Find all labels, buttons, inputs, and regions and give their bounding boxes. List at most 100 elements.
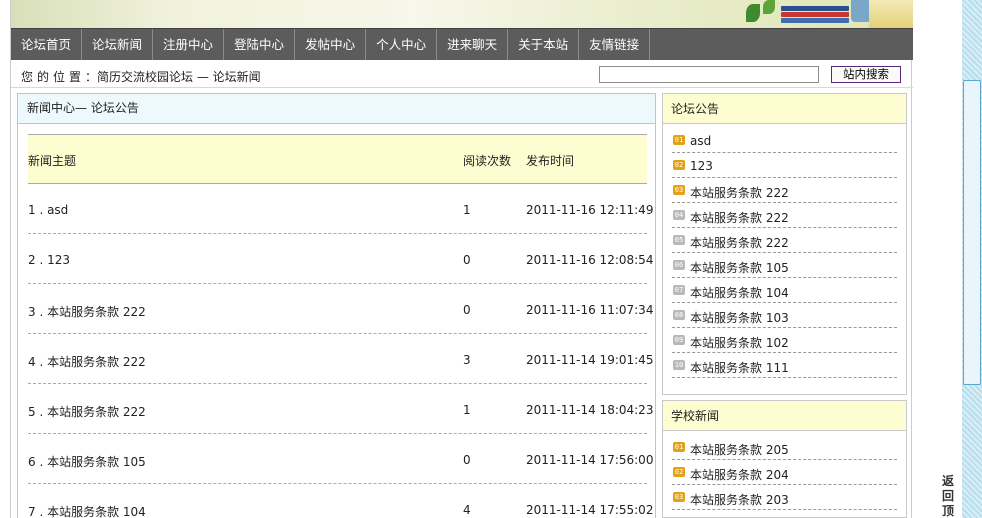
list-item-label[interactable]: 本站服务条款 111 [690,359,789,376]
read-count: 1 [463,203,471,217]
list-item[interactable]: 02 本站服务条款 204 [672,460,897,485]
sidebar-news-title: 学校新闻 [663,401,906,431]
news-panel: 新闻中心— 论坛公告 新闻主题 阅读次数 发布时间 1 . asd 1 2011… [17,93,656,518]
news-title-link[interactable]: 5 . 本站服务条款 222 [28,403,146,420]
list-item[interactable]: 01 本站服务条款 205 [672,435,897,460]
sidebar-news-panel: 学校新闻 01 本站服务条款 205 02 本站服务条款 204 03 本站服务条款… [662,400,907,518]
sidebar-notice-list: 01 asd 02 123 03 本站服务条款 222 04 本站服务条款 222 0… [663,124,906,378]
nav-item-about[interactable]: 关于本站 [508,29,580,60]
list-item-label[interactable]: 本站服务条款 203 [690,491,789,508]
back-to-top-button[interactable]: 返回顶 [940,474,956,518]
list-item-label[interactable]: 本站服务条款 104 [690,284,789,301]
news-title-link[interactable]: 6 . 本站服务条款 105 [28,453,146,470]
table-row: 1 . asd 1 2011-11-16 12:11:49 [28,184,653,234]
number-badge-icon: 01 [673,135,685,145]
table-row: 5 . 本站服务条款 222 1 2011-11-14 18:04:23 [28,384,653,434]
number-badge-icon: 01 [673,442,685,452]
nav-item-register[interactable]: 注册中心 [153,29,225,60]
books-decoration [781,6,849,26]
read-count: 1 [463,403,471,417]
list-item-label[interactable]: 本站服务条款 103 [690,309,789,326]
list-item[interactable]: 09 本站服务条款 102 [672,328,897,353]
sidebar-news-list: 01 本站服务条款 205 02 本站服务条款 204 03 本站服务条款 203 … [663,431,906,517]
scrollbar-thumb[interactable] [963,80,981,385]
column-header-title: 新闻主题 [28,154,77,168]
news-title-link[interactable]: 2 . 123 [28,253,70,267]
table-header: 新闻主题 阅读次数 发布时间 [28,134,647,184]
main-nav: 论坛首页 论坛新闻 注册中心 登陆中心 发帖中心 个人中心 进来聊天 关于本站 … [11,28,913,60]
list-item[interactable]: 05 本站服务条款 222 [672,228,897,253]
publish-date: 2011-11-16 12:11:49 [526,203,654,217]
list-item[interactable]: 03 本站服务条款 203 [672,485,897,510]
sidebar-notice-title: 论坛公告 [663,94,906,124]
list-item[interactable]: 04 本站服务条款 222 [672,203,897,228]
number-badge-icon: 08 [673,310,685,320]
list-item-label[interactable]: 本站服务条款 102 [690,334,789,351]
publish-date: 2011-11-16 12:08:54 [526,253,654,267]
list-item[interactable]: 08 本站服务条款 103 [672,303,897,328]
table-row: 2 . 123 0 2011-11-16 12:08:54 [28,234,653,284]
read-count: 3 [463,353,471,367]
read-count: 0 [463,303,471,317]
publish-date: 2011-11-16 11:07:34 [526,303,654,317]
number-badge-icon: 03 [673,185,685,195]
list-item[interactable]: 02 123 [672,153,897,178]
read-count: 0 [463,453,471,467]
number-badge-icon: 03 [673,492,685,502]
breadcrumb-path[interactable]: ：简历交流校园论坛 — 论坛新闻 [85,70,261,84]
header-banner [11,0,913,28]
news-title-link[interactable]: 1 . asd [28,203,68,217]
publish-date: 2011-11-14 17:56:00 [526,453,654,467]
nav-item-chat[interactable]: 进来聊天 [437,29,509,60]
news-title-link[interactable]: 4 . 本站服务条款 222 [28,353,146,370]
sidebar-notice-panel: 论坛公告 01 asd 02 123 03 本站服务条款 222 04 本站服务条款 … [662,93,907,395]
banner-figure [869,0,913,28]
table-row: 3 . 本站服务条款 222 0 2011-11-16 11:07:34 [28,284,653,334]
list-item-label[interactable]: 本站服务条款 105 [690,259,789,276]
scrollbar-track[interactable] [962,0,982,518]
search-button[interactable]: 站内搜索 [831,66,901,83]
publish-date: 2011-11-14 17:55:02 [526,503,654,517]
read-count: 0 [463,253,471,267]
news-title-link[interactable]: 7 . 本站服务条款 104 [28,503,146,518]
mug-decoration [851,0,871,22]
list-item[interactable]: 07 本站服务条款 104 [672,278,897,303]
list-item-label[interactable]: 本站服务条款 222 [690,234,789,251]
nav-item-post[interactable]: 发帖中心 [295,29,367,60]
number-badge-icon: 04 [673,210,685,220]
number-badge-icon: 02 [673,160,685,170]
search-input[interactable] [599,66,819,83]
list-item[interactable]: 04 [672,510,897,517]
breadcrumb-label: 您的位置 [21,70,86,84]
table-row: 7 . 本站服务条款 104 4 2011-11-14 17:55:02 [28,484,653,518]
publish-date: 2011-11-14 18:04:23 [526,403,654,417]
news-title-link[interactable]: 3 . 本站服务条款 222 [28,303,146,320]
list-item[interactable]: 03 本站服务条款 222 [672,178,897,203]
list-item-label[interactable]: 本站服务条款 204 [690,466,789,483]
list-item[interactable]: 10 本站服务条款 111 [672,353,897,378]
location-bar: 您的位置：简历交流校园论坛 — 论坛新闻 站内搜索 [11,62,913,88]
nav-item-login[interactable]: 登陆中心 [224,29,296,60]
list-item-label[interactable]: 本站服务条款 222 [690,209,789,226]
list-item[interactable]: 01 asd [672,128,897,153]
list-item[interactable]: 06 本站服务条款 105 [672,253,897,278]
panel-title: 新闻中心— 论坛公告 [18,94,655,124]
list-item-label[interactable]: 本站服务条款 222 [690,184,789,201]
nav-item-profile[interactable]: 个人中心 [366,29,438,60]
number-badge-icon: 09 [673,335,685,345]
number-badge-icon: 06 [673,260,685,270]
list-item-label[interactable]: 123 [690,159,713,173]
number-badge-icon: 02 [673,467,685,477]
nav-item-news[interactable]: 论坛新闻 [82,29,154,60]
news-table: 新闻主题 阅读次数 发布时间 1 . asd 1 2011-11-16 12:1… [28,134,653,518]
read-count: 4 [463,503,471,517]
number-badge-icon: 07 [673,285,685,295]
leaf-decoration [746,4,760,22]
list-item-label[interactable]: 本站服务条款 205 [690,441,789,458]
number-badge-icon: 05 [673,235,685,245]
nav-item-home[interactable]: 论坛首页 [11,29,83,60]
nav-item-links[interactable]: 友情链接 [579,29,651,60]
publish-date: 2011-11-14 19:01:45 [526,353,654,367]
list-item-label[interactable]: asd [690,134,711,148]
number-badge-icon: 10 [673,360,685,370]
